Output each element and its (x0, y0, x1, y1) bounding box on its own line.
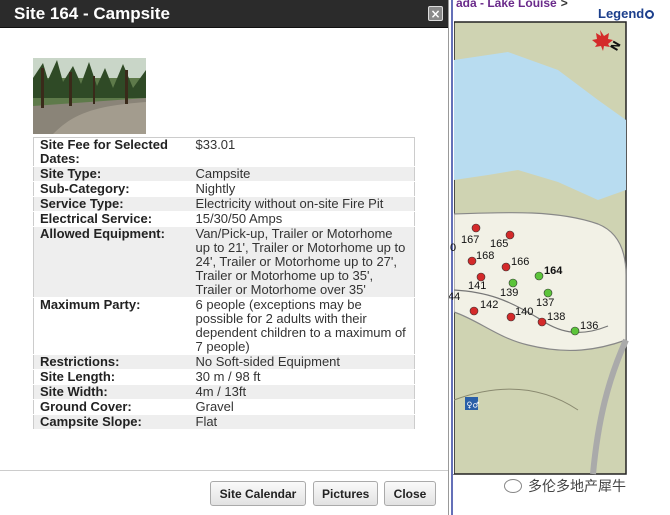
site-calendar-button[interactable]: Site Calendar (210, 481, 306, 506)
watermark-text: 多伦多地产犀牛 (528, 479, 626, 495)
detail-label: Maximum Party: (33, 297, 190, 355)
detail-row: Site Length: 30 m / 98 ft (33, 369, 415, 385)
dialog-title: Site 164 - Campsite (14, 3, 170, 23)
detail-value: Electricity without on-site Fire Pit (189, 196, 415, 212)
detail-label: Ground Cover: (33, 399, 190, 415)
wechat-icon (504, 479, 522, 493)
site-label-partial[interactable]: 44 (448, 291, 460, 303)
breadcrumb[interactable]: ada - Lake Louise > (456, 0, 568, 10)
detail-value: 15/30/50 Amps (189, 211, 415, 227)
detail-row: Campsite Slope: Flat (33, 414, 415, 430)
site-marker-142[interactable] (469, 306, 479, 316)
detail-row: Allowed Equipment: Van/Pick-up, Trailer o… (33, 226, 415, 298)
detail-value: 6 people (exceptions may be possible for… (189, 297, 415, 355)
map-canvas[interactable]: N ♀♂ 167 165168 166164141139137142140 13813… (448, 0, 670, 515)
site-details-table: Site Fee for Selected Dates: $33.01 Site T… (33, 137, 415, 430)
detail-row: Ground Cover: Gravel (33, 399, 415, 415)
legend-button[interactable]: Legend (598, 6, 655, 21)
site-label-166[interactable]: 166 (511, 256, 529, 268)
site-marker-138[interactable] (537, 317, 547, 327)
site-marker-140[interactable] (506, 312, 516, 322)
campground-map[interactable]: N ♀♂ 167 165 168 166 164 141 139 137 142 140 138 13… (448, 0, 670, 515)
detail-label: Allowed Equipment: (33, 226, 190, 298)
detail-label: Site Fee for Selected Dates: (33, 137, 190, 167)
svg-text:♀♂: ♀♂ (467, 401, 480, 410)
site-label-167[interactable]: 167 (461, 234, 479, 246)
site-marker-164[interactable] (534, 271, 544, 281)
detail-label: Electrical Service: (33, 211, 190, 227)
detail-label: Service Type: (33, 196, 190, 212)
site-marker-136[interactable] (570, 326, 580, 336)
watermark: 多伦多地产犀牛 (504, 476, 626, 496)
site-label-140[interactable]: 140 (515, 306, 533, 318)
detail-row: Site Type: Campsite (33, 166, 415, 182)
detail-value: Gravel (189, 399, 415, 415)
detail-row: Restrictions: No Soft-sided Equipment (33, 354, 415, 370)
dialog-footer: Site Calendar Pictures Close (0, 470, 448, 515)
site-marker-168[interactable] (467, 256, 477, 266)
detail-label: Restrictions: (33, 354, 190, 370)
detail-value: Flat (189, 414, 415, 430)
detail-row: Sub-Category: Nightly (33, 181, 415, 197)
site-label-139[interactable]: 139 (500, 287, 518, 299)
dialog-titlebar[interactable]: Site 164 - Campsite × (0, 0, 448, 28)
site-marker-139[interactable] (508, 278, 518, 288)
detail-value: 30 m / 98 ft (189, 369, 415, 385)
site-label-164[interactable]: 164 (544, 265, 563, 277)
site-marker-166[interactable] (501, 262, 511, 272)
detail-value: Nightly (189, 181, 415, 197)
site-label-142[interactable]: 142 (480, 299, 498, 311)
site-label-138[interactable]: 138 (547, 311, 565, 323)
detail-value: $33.01 (189, 137, 415, 167)
detail-row: Electrical Service: 15/30/50 Amps (33, 211, 415, 227)
detail-value: Van/Pick-up, Trailer or Motorhome up to … (189, 226, 415, 298)
site-label-137[interactable]: 137 (536, 297, 554, 309)
site-marker-167[interactable] (471, 223, 481, 233)
detail-label: Campsite Slope: (33, 414, 190, 430)
breadcrumb-link[interactable]: ada - Lake Louise (456, 0, 557, 10)
site-marker-137[interactable] (543, 288, 553, 298)
detail-value: No Soft-sided Equipment (189, 354, 415, 370)
site-label-136[interactable]: 136 (580, 320, 598, 332)
detail-row: Site Fee for Selected Dates: $33.01 (33, 137, 415, 167)
site-label-165[interactable]: 165 (490, 238, 508, 250)
site-details-dialog: Site 164 - Campsite × Site Fee for Selec… (0, 0, 449, 515)
pictures-button[interactable]: Pictures (313, 481, 378, 506)
detail-value: Campsite (189, 166, 415, 182)
detail-label: Site Length: (33, 369, 190, 385)
detail-label: Site Width: (33, 384, 190, 400)
site-label-168[interactable]: 168 (476, 250, 494, 262)
legend-label: Legend (598, 6, 645, 21)
detail-label: Site Type: (33, 166, 190, 182)
detail-row: Maximum Party: 6 people (exceptions may b… (33, 297, 415, 355)
campsite-photo[interactable] (33, 58, 146, 134)
site-label-partial[interactable]: 0 (450, 242, 456, 254)
close-icon[interactable]: × (428, 6, 443, 21)
detail-row: Service Type: Electricity without on-site… (33, 196, 415, 212)
detail-value: 4m / 13ft (189, 384, 415, 400)
site-label-141[interactable]: 141 (468, 280, 486, 292)
close-button[interactable]: Close (384, 481, 436, 506)
detail-row: Site Width: 4m / 13ft (33, 384, 415, 400)
breadcrumb-separator: > (560, 0, 568, 10)
legend-toggle-icon (645, 10, 655, 19)
detail-label: Sub-Category: (33, 181, 190, 197)
campsite-photo-image (33, 58, 146, 134)
